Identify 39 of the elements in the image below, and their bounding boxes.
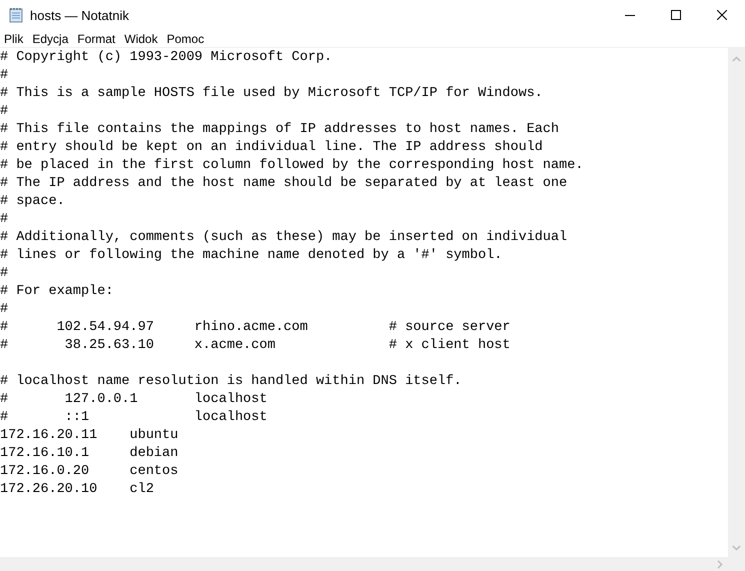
text-line: # be placed in the first column followed by the corresponding host name. bbox=[0, 157, 584, 175]
text-line: # 102.54.94.97 rhino.acme.com # source server bbox=[0, 319, 512, 337]
text-line: # ::1 localhost bbox=[0, 409, 268, 427]
notepad-icon bbox=[8, 7, 24, 23]
text-line: # For example: bbox=[0, 283, 114, 301]
menu-item[interactable]: Plik bbox=[0, 30, 28, 47]
text-line: # Additionally, comments (such as these) may be inserted on individual bbox=[0, 229, 568, 247]
scroll-down-icon[interactable] bbox=[732, 545, 741, 551]
text-line: # space. bbox=[0, 193, 66, 211]
scroll-right-icon[interactable] bbox=[717, 560, 723, 568]
text-line: # localhost name resolution is handled within DNS itself. bbox=[0, 373, 463, 391]
menu-item[interactable]: Widok bbox=[120, 30, 163, 47]
text-line: # Copyright (c) 1993-2009 Microsoft Corp. bbox=[0, 49, 334, 67]
horizontal-scrollbar[interactable] bbox=[0, 557, 745, 571]
text-line: # bbox=[0, 301, 10, 319]
text-line: # bbox=[0, 265, 10, 283]
text-line: # 127.0.0.1 localhost bbox=[0, 391, 268, 409]
maximize-icon bbox=[671, 10, 681, 20]
text-line: # entry should be kept on an individual line. The IP address should bbox=[0, 139, 544, 157]
text-line: # bbox=[0, 211, 10, 229]
scroll-up-icon[interactable] bbox=[732, 56, 741, 62]
text-line: # 38.25.63.10 x.acme.com # x client host bbox=[0, 337, 512, 355]
text-line: # This file contains the mappings of IP addresses to host names. Each bbox=[0, 121, 560, 139]
close-icon bbox=[717, 10, 727, 20]
text-line: # The IP address and the host name should be separated by at least one bbox=[0, 175, 568, 193]
minimize-icon bbox=[625, 14, 635, 16]
text-line: # This is a sample HOSTS file used by Microsoft TCP/IP for Windows. bbox=[0, 85, 544, 103]
text-line: # bbox=[0, 103, 10, 121]
menu-item[interactable]: Pomoc bbox=[162, 30, 210, 47]
text-line: 172.26.20.10 cl2 bbox=[0, 481, 155, 499]
text-line: 172.16.10.1 debian bbox=[0, 445, 180, 463]
menu-item[interactable]: Edycja bbox=[28, 30, 74, 47]
text-line: 172.16.20.11 ubuntu bbox=[0, 427, 180, 445]
text-line: # lines or following the machine name denoted by a '#' symbol. bbox=[0, 247, 504, 265]
vertical-scrollbar[interactable] bbox=[728, 48, 745, 557]
menu-item[interactable]: Format bbox=[73, 30, 120, 47]
window-title: hosts — Notatnik bbox=[30, 8, 129, 22]
text-line: # bbox=[0, 67, 10, 85]
text-line: 172.16.0.20 centos bbox=[0, 463, 180, 481]
